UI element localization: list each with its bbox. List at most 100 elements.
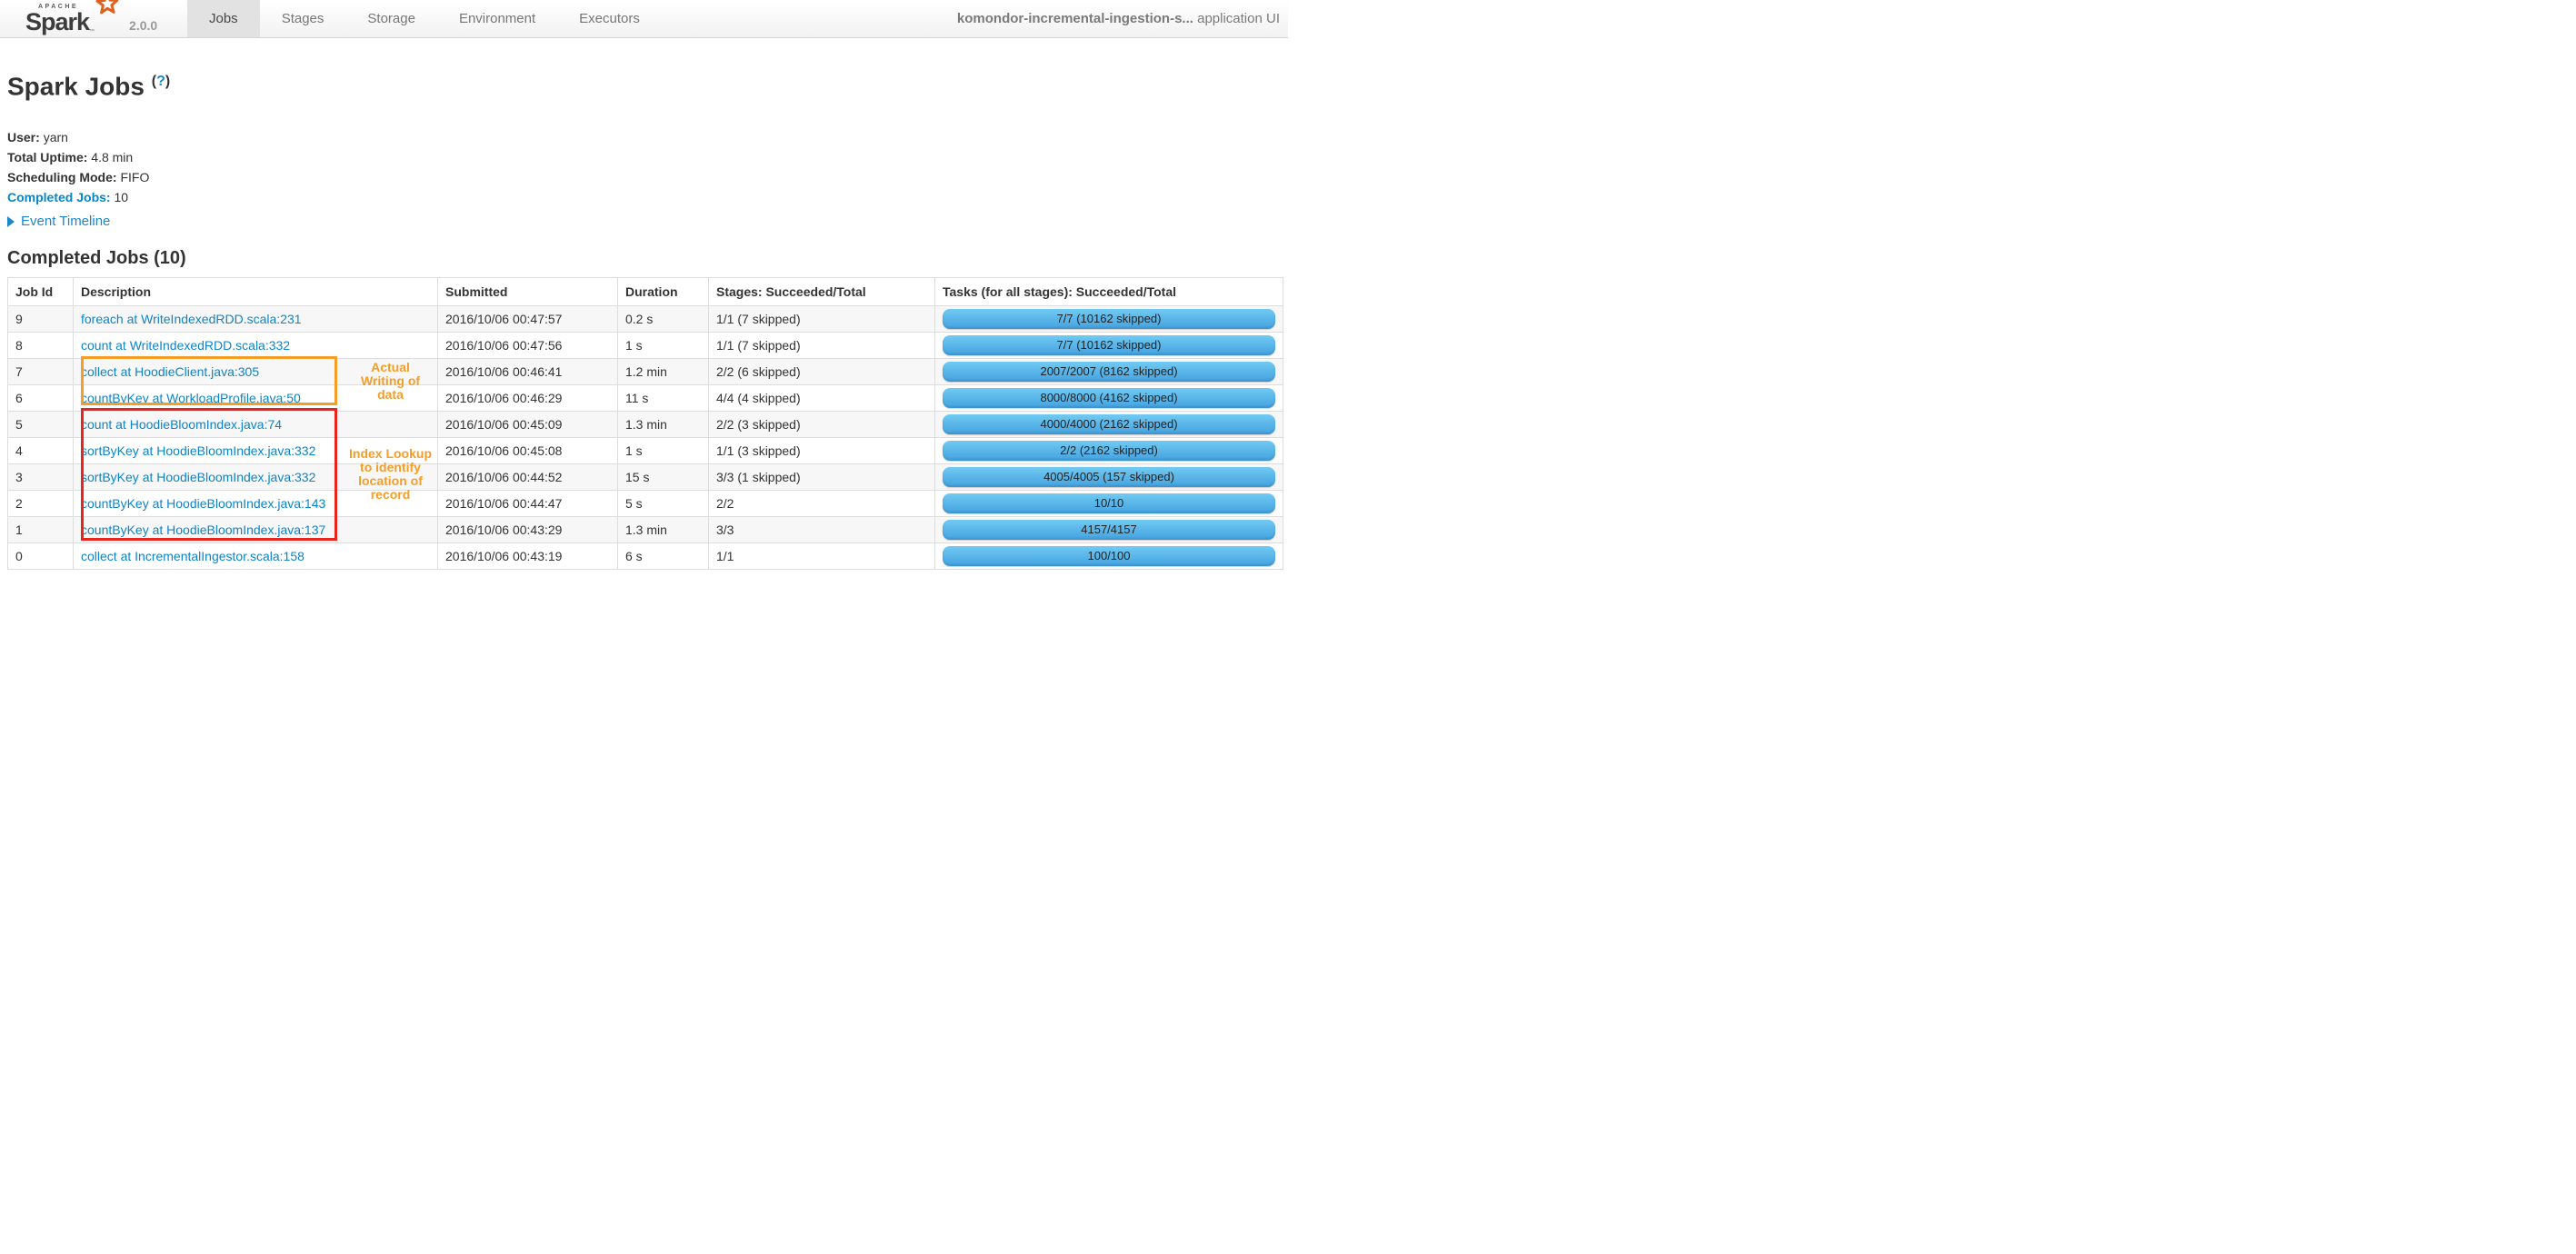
- job-id: 0: [7, 542, 74, 571]
- tasks-progress-bar: 2007/2007 (8162 skipped): [943, 362, 1275, 383]
- duration: 5 s: [617, 490, 709, 518]
- job-id: 9: [7, 305, 74, 333]
- job-id: 7: [7, 358, 74, 386]
- submitted: 2016/10/06 00:46:41: [437, 358, 618, 386]
- event-timeline-label: Event Timeline: [21, 214, 111, 230]
- job-description-link[interactable]: countByKey at WorkloadProfile.java:50: [81, 391, 301, 405]
- table-row: 5 count at HoodieBloomIndex.java:74 2016…: [7, 411, 1283, 439]
- job-description-link[interactable]: sortByKey at HoodieBloomIndex.java:332: [81, 443, 315, 458]
- job-description-link[interactable]: count at HoodieBloomIndex.java:74: [81, 417, 282, 432]
- submitted: 2016/10/06 00:46:29: [437, 384, 618, 413]
- submitted: 2016/10/06 00:47:56: [437, 332, 618, 360]
- job-description-link[interactable]: countByKey at HoodieBloomIndex.java:143: [81, 496, 325, 511]
- job-description-link[interactable]: sortByKey at HoodieBloomIndex.java:332: [81, 470, 315, 484]
- col-stages[interactable]: Stages: Succeeded/Total: [708, 277, 935, 307]
- duration: 1 s: [617, 437, 709, 465]
- spark-wordmark: Spark: [25, 8, 90, 35]
- uptime-row: Total Uptime: 4.8 min: [7, 150, 134, 165]
- tab-jobs[interactable]: Jobs: [187, 0, 260, 37]
- table-row: 0 collect at IncrementalIngestor.scala:1…: [7, 542, 1283, 571]
- tab-executors[interactable]: Executors: [557, 0, 662, 37]
- job-description-link[interactable]: count at WriteIndexedRDD.scala:332: [81, 338, 290, 353]
- expand-arrow-icon: [7, 215, 15, 227]
- completed-jobs-link[interactable]: Completed Jobs:: [7, 190, 111, 204]
- submitted: 2016/10/06 00:43:19: [437, 542, 618, 571]
- event-timeline-toggle[interactable]: Event Timeline: [7, 214, 1281, 229]
- col-submitted[interactable]: Submitted: [437, 277, 618, 307]
- table-row: 7 collect at HoodieClient.java:305 2016/…: [7, 358, 1283, 386]
- question-mark-icon: ?: [156, 74, 165, 89]
- col-duration[interactable]: Duration: [617, 277, 709, 307]
- page-title: Spark Jobs (?): [7, 72, 171, 101]
- tasks-progress-bar: 7/7 (10162 skipped): [943, 335, 1275, 356]
- user-row: User: yarn: [7, 130, 68, 145]
- job-description-link[interactable]: collect at HoodieClient.java:305: [81, 364, 259, 379]
- job-description-link[interactable]: foreach at WriteIndexedRDD.scala:231: [81, 312, 302, 326]
- table-row: 8 count at WriteIndexedRDD.scala:332 201…: [7, 332, 1283, 360]
- stages: 2/2 (6 skipped): [708, 358, 935, 386]
- completed-jobs-table: Job Id Description Submitted Duration St…: [7, 277, 1283, 571]
- tasks-progress-bar: 7/7 (10162 skipped): [943, 309, 1275, 330]
- user-value: yarn: [43, 130, 68, 145]
- job-id: 1: [7, 516, 74, 544]
- tab-stages[interactable]: Stages: [260, 0, 346, 37]
- stages: 2/2 (3 skipped): [708, 411, 935, 439]
- table-row: 4 sortByKey at HoodieBloomIndex.java:332…: [7, 437, 1283, 465]
- duration: 15 s: [617, 463, 709, 492]
- submitted: 2016/10/06 00:44:52: [437, 463, 618, 492]
- tasks-progress-bar: 4157/4157: [943, 520, 1275, 541]
- stages: 1/1 (7 skipped): [708, 332, 935, 360]
- submitted: 2016/10/06 00:43:29: [437, 516, 618, 544]
- table-row: 3 sortByKey at HoodieBloomIndex.java:332…: [7, 463, 1283, 492]
- stages: 3/3: [708, 516, 935, 544]
- tasks-progress-bar: 10/10: [943, 493, 1275, 514]
- application-name: komondor-incremental-ingestion-s...: [956, 11, 1193, 26]
- table-header-row: Job Id Description Submitted Duration St…: [7, 277, 1283, 307]
- duration: 0.2 s: [617, 305, 709, 333]
- table-row: 1 countByKey at HoodieBloomIndex.java:13…: [7, 516, 1283, 544]
- tasks-progress-bar: 100/100: [943, 546, 1275, 567]
- tasks-progress-bar: 8000/8000 (4162 skipped): [943, 388, 1275, 409]
- application-title: komondor-incremental-ingestion-s... appl…: [957, 0, 1288, 37]
- tab-storage[interactable]: Storage: [345, 0, 437, 37]
- job-id: 4: [7, 437, 74, 465]
- table-row: 2 countByKey at HoodieBloomIndex.java:14…: [7, 490, 1283, 518]
- submitted: 2016/10/06 00:47:57: [437, 305, 618, 333]
- tasks-progress-bar: 4005/4005 (157 skipped): [943, 467, 1275, 488]
- duration: 11 s: [617, 384, 709, 413]
- stages: 3/3 (1 skipped): [708, 463, 935, 492]
- scheduling-mode-value: FIFO: [120, 170, 150, 185]
- col-description[interactable]: Description: [73, 277, 438, 307]
- spark-version: 2.0.0: [129, 18, 158, 33]
- tab-environment[interactable]: Environment: [437, 0, 557, 37]
- stages: 2/2: [708, 490, 935, 518]
- col-job-id[interactable]: Job Id: [7, 277, 74, 307]
- submitted: 2016/10/06 00:45:08: [437, 437, 618, 465]
- duration: 6 s: [617, 542, 709, 571]
- table-row: 6 countByKey at WorkloadProfile.java:50 …: [7, 384, 1283, 413]
- trademark-symbol: ™: [89, 29, 95, 35]
- top-navbar: APACHE Spark™ 2.0.0 Jobs Stages Storage E…: [0, 0, 1288, 38]
- job-id: 5: [7, 411, 74, 439]
- submitted: 2016/10/06 00:45:09: [437, 411, 618, 439]
- job-id: 2: [7, 490, 74, 518]
- application-ui-suffix: application UI: [1193, 11, 1280, 26]
- duration: 1.2 min: [617, 358, 709, 386]
- tasks-progress-bar: 2/2 (2162 skipped): [943, 441, 1275, 462]
- completed-jobs-section-title: Completed Jobs (10): [7, 248, 186, 269]
- job-summary: User: yarn Total Uptime: 4.8 min Schedul…: [7, 127, 1281, 207]
- spark-logo: APACHE Spark™ 2.0.0: [0, 0, 187, 37]
- job-id: 3: [7, 463, 74, 492]
- duration: 1.3 min: [617, 411, 709, 439]
- stages: 4/4 (4 skipped): [708, 384, 935, 413]
- uptime-value: 4.8 min: [91, 150, 134, 165]
- col-tasks[interactable]: Tasks (for all stages): Succeeded/Total: [934, 277, 1283, 307]
- completed-jobs-count: 10: [114, 190, 129, 205]
- job-description-link[interactable]: countByKey at HoodieBloomIndex.java:137: [81, 522, 325, 537]
- completed-jobs-table-wrap: Job Id Description Submitted Duration St…: [7, 277, 1283, 571]
- duration: 1.3 min: [617, 516, 709, 544]
- stages: 1/1 (7 skipped): [708, 305, 935, 333]
- table-row: 9 foreach at WriteIndexedRDD.scala:231 2…: [7, 305, 1283, 333]
- job-description-link[interactable]: collect at IncrementalIngestor.scala:158: [81, 549, 305, 563]
- help-tooltip[interactable]: (?): [152, 74, 170, 89]
